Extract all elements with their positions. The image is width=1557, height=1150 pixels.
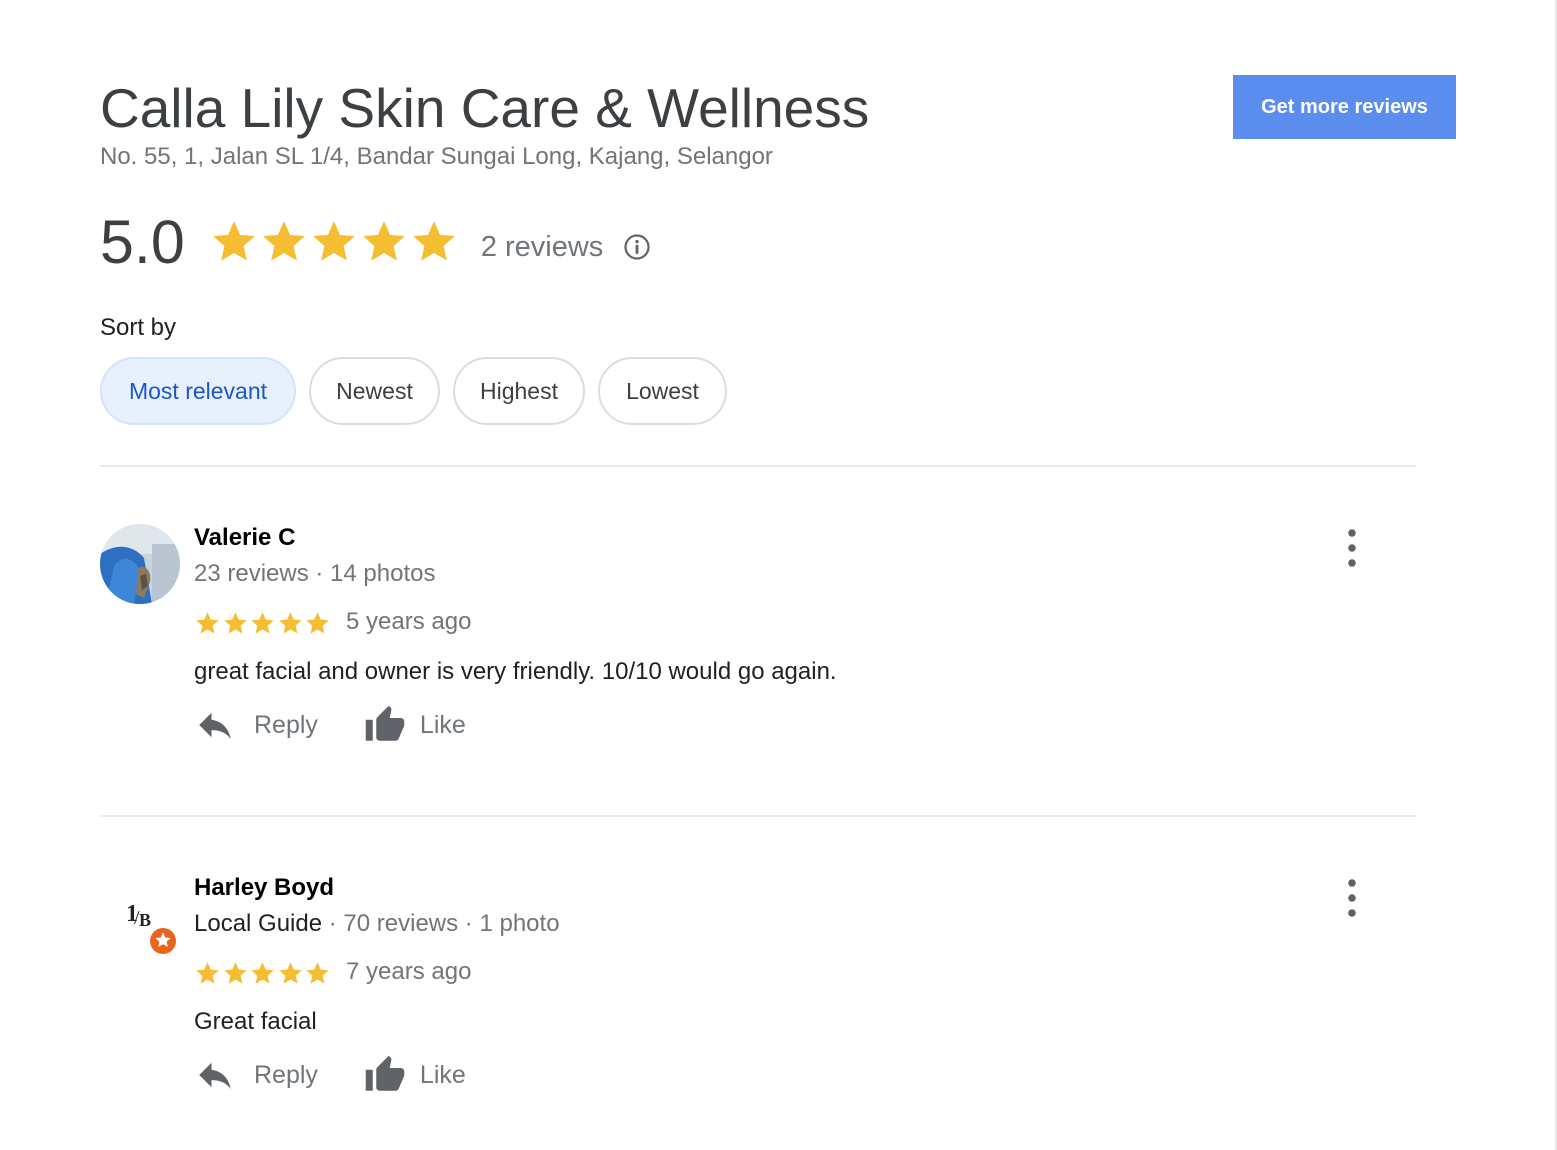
sort-options: Most relevant Newest Highest Lowest: [100, 357, 740, 425]
avatar[interactable]: [100, 524, 180, 604]
star-icon: [262, 221, 305, 261]
reviewer-name[interactable]: Valerie C: [194, 524, 295, 552]
thumbs-up-icon: [365, 1055, 405, 1091]
review-stars: [194, 610, 332, 637]
reply-label: Reply: [254, 1060, 318, 1089]
star-icon: [312, 221, 355, 261]
reply-icon: [199, 712, 231, 739]
overall-rating: 5.0 2 reviews: [100, 206, 651, 278]
review-count: 2 reviews: [480, 230, 604, 263]
reviewer-name[interactable]: Harley Boyd: [194, 874, 334, 902]
reviewer-meta: 23 reviews · 14 photos: [194, 560, 436, 587]
star-icon: [196, 612, 219, 634]
like-button[interactable]: Like: [364, 704, 466, 746]
sort-chip-highest[interactable]: Highest: [453, 357, 585, 425]
star-icon: [251, 612, 274, 634]
reply-button[interactable]: Reply: [194, 1054, 318, 1096]
divider: [100, 815, 1416, 817]
star-icon: [362, 221, 405, 261]
svg-text:B: B: [139, 910, 151, 930]
like-label: Like: [419, 1060, 466, 1089]
business-name: Calla Lily Skin Care & Wellness: [100, 77, 870, 139]
review-stars: [194, 960, 332, 987]
sort-chip-lowest[interactable]: Lowest: [598, 357, 727, 425]
star-icon: [212, 221, 255, 261]
sort-label: Sort by: [100, 314, 177, 341]
review-text: great facial and owner is very friendly.…: [194, 658, 837, 685]
review-age: 5 years ago: [346, 608, 472, 635]
review-card: 1 / B Harley Boyd Local Guide · 70 revie…: [100, 868, 1416, 1128]
review-actions: Reply Like: [194, 704, 466, 746]
divider: [100, 465, 1416, 467]
like-button[interactable]: Like: [364, 1054, 466, 1096]
business-address: No. 55, 1, Jalan SL 1/4, Bandar Sungai L…: [100, 143, 773, 170]
more-options-icon[interactable]: [1340, 878, 1364, 918]
star-icon: [306, 962, 329, 984]
more-options-icon[interactable]: [1340, 528, 1364, 568]
reply-icon: [199, 1062, 231, 1089]
reply-label: Reply: [254, 710, 318, 739]
reviewer-stats: · 70 reviews · 1 photo: [322, 910, 560, 937]
star-icon: [251, 962, 274, 984]
star-icon: [278, 962, 302, 984]
rating-value: 5.0: [100, 208, 185, 276]
local-guide-badge-icon: [150, 928, 176, 954]
local-guide-label: Local Guide: [194, 910, 323, 937]
review-age: 7 years ago: [346, 958, 472, 985]
like-label: Like: [419, 710, 466, 739]
info-icon[interactable]: [623, 233, 651, 261]
star-icon: [306, 612, 329, 634]
review-actions: Reply Like: [194, 1054, 466, 1096]
star-icon: [412, 221, 455, 261]
avatar[interactable]: 1 / B: [100, 874, 180, 954]
get-more-reviews-button[interactable]: Get more reviews: [1233, 75, 1456, 139]
star-icon: [223, 612, 247, 634]
star-icon: [223, 962, 247, 984]
sort-chip-newest[interactable]: Newest: [309, 357, 440, 425]
sort-chip-most-relevant[interactable]: Most relevant: [100, 357, 296, 425]
review-card: Valerie C 23 reviews · 14 photos 5 years…: [100, 518, 1416, 778]
review-text: Great facial: [194, 1008, 317, 1035]
rating-stars: [209, 217, 459, 267]
reply-button[interactable]: Reply: [194, 704, 318, 746]
thumbs-up-icon: [365, 705, 405, 741]
reviewer-meta: Local Guide · 70 reviews · 1 photo: [194, 910, 560, 938]
star-icon: [278, 612, 302, 634]
star-icon: [196, 962, 219, 984]
